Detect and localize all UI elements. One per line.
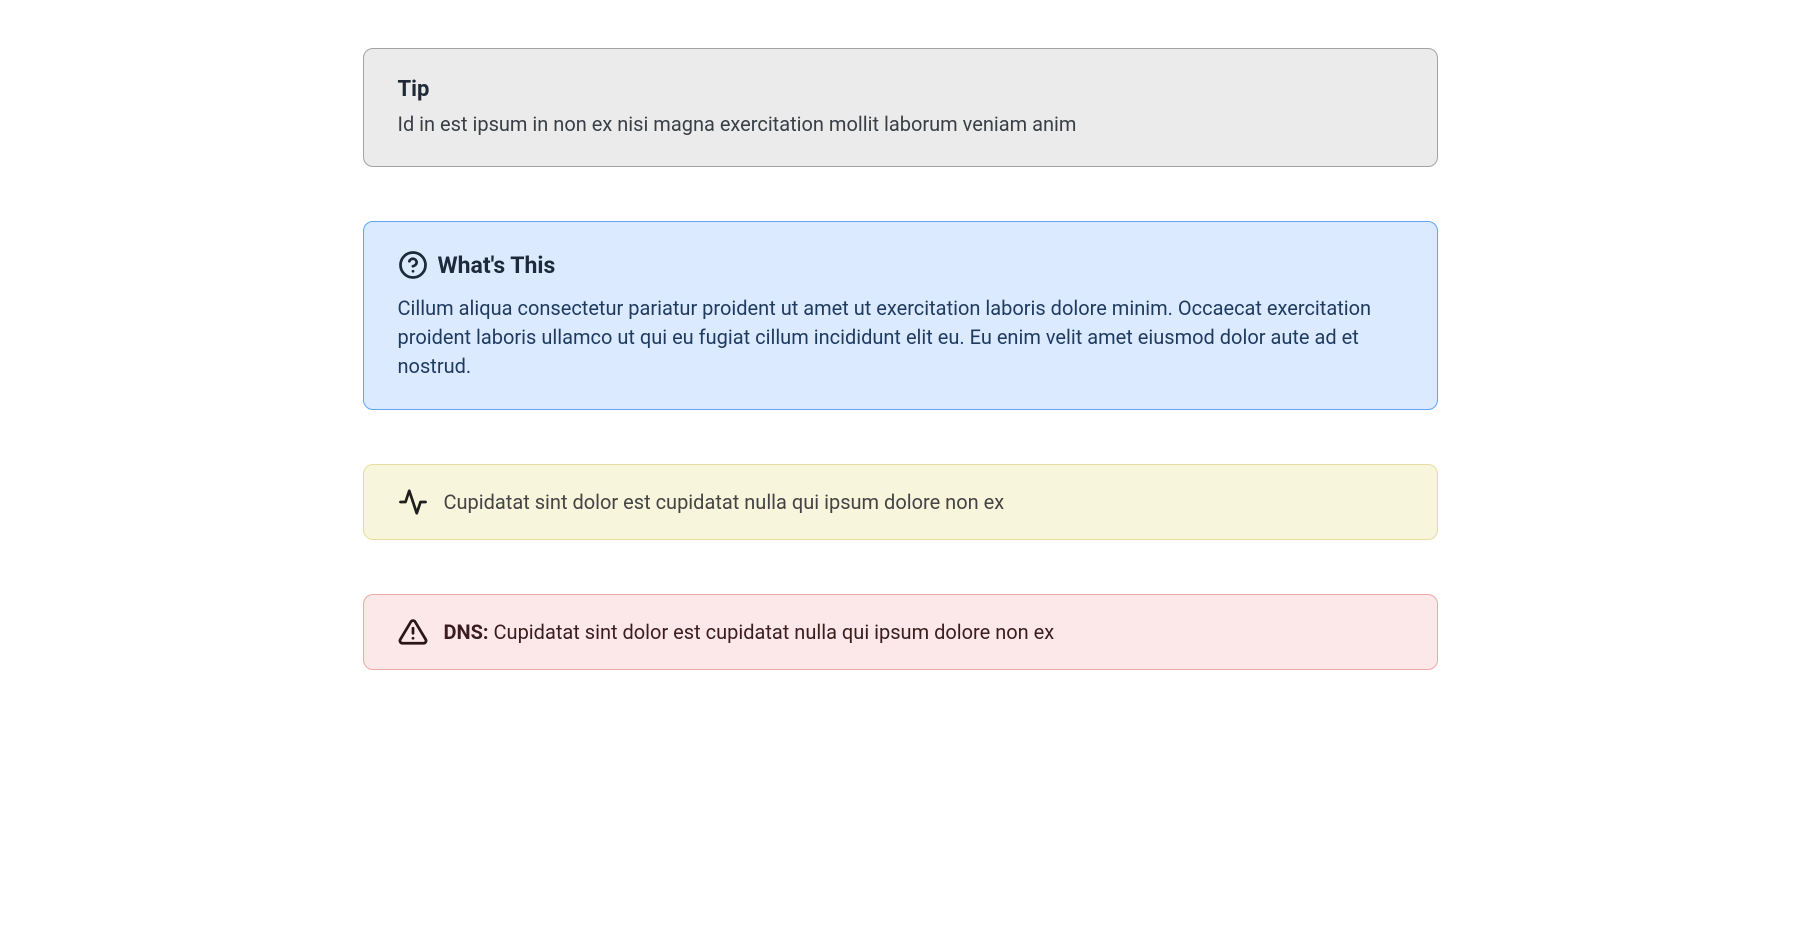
callout-info: What's This Cillum aliqua consectetur pa… xyxy=(363,221,1438,410)
callout-info-header: What's This xyxy=(398,250,1403,280)
callout-info-title: What's This xyxy=(438,252,556,279)
callout-tip: Tip Id in est ipsum in non ex nisi magna… xyxy=(363,48,1438,167)
callout-danger-body: DNS: Cupidatat sint dolor est cupidatat … xyxy=(444,620,1055,644)
alert-triangle-icon xyxy=(398,617,428,647)
callout-warn-body: Cupidatat sint dolor est cupidatat nulla… xyxy=(444,490,1005,514)
callout-info-body: Cillum aliqua consectetur pariatur proid… xyxy=(398,294,1403,381)
help-circle-icon xyxy=(398,250,428,280)
callout-danger-text: Cupidatat sint dolor est cupidatat nulla… xyxy=(494,620,1055,644)
activity-icon xyxy=(398,487,428,517)
callout-danger-label: DNS: xyxy=(444,620,489,644)
callout-tip-body: Id in est ipsum in non ex nisi magna exe… xyxy=(398,110,1403,138)
callout-tip-title: Tip xyxy=(398,77,1403,102)
callout-warn: Cupidatat sint dolor est cupidatat nulla… xyxy=(363,464,1438,540)
callout-danger: DNS: Cupidatat sint dolor est cupidatat … xyxy=(363,594,1438,670)
callout-list: Tip Id in est ipsum in non ex nisi magna… xyxy=(363,48,1438,670)
